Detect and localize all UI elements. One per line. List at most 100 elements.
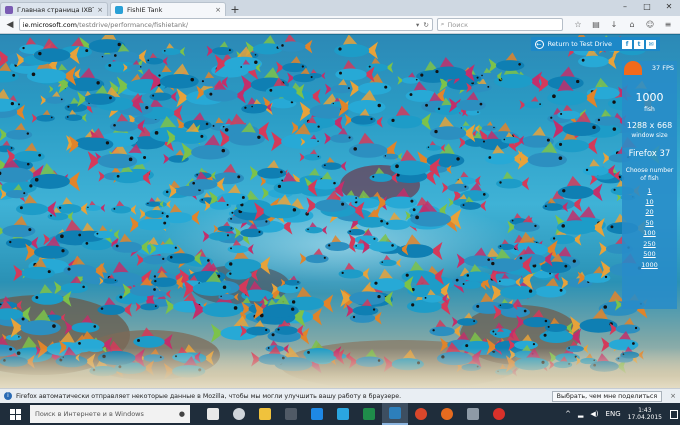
fish [161,43,186,57]
window-size: 1288 x 668 [626,121,673,130]
taskbar-search-placeholder: Поиск в Интернете и в Windows [35,410,144,418]
fps-label: 37 FPS [651,64,674,72]
email-icon[interactable]: ✉ [646,39,656,49]
tab-title: FishIE Tank [127,5,163,14]
action-center-icon[interactable] [668,403,680,425]
photos-taskbar-icon[interactable] [460,403,486,425]
info-icon: i [4,392,12,400]
firefox-taskbar-icon[interactable] [434,403,460,425]
close-notification-icon[interactable]: × [670,392,676,400]
fish-option-link[interactable]: 50 [622,218,677,229]
fish [213,221,234,233]
tab-close-icon[interactable]: × [97,6,103,14]
system-tray: ^ ▂ ◀) ENG 1:43 17.04.2015 [565,403,680,425]
nav-bar: ◀ ie.microsoft.com/testdrive/performance… [0,16,680,34]
settings-panel: 1000 fish 1288 x 668 window size Firefox… [622,61,677,309]
tab-close-icon[interactable]: × [215,6,221,14]
fish [519,96,544,110]
windows-logo-icon [9,408,21,420]
menu-icon[interactable]: ≡ [659,20,677,29]
bookmark-star-icon[interactable]: ☆ [569,20,587,29]
fish-option-link[interactable]: 1 [622,186,677,197]
close-window-icon[interactable]: ✕ [658,0,680,14]
window-controls: – □ ✕ [614,0,680,14]
back-button[interactable]: ◀ [3,18,17,32]
fish-options-list: 1 10 20 50 100 250 500 1000 [622,186,677,270]
fish-option-link[interactable]: 500 [622,249,677,260]
tray-arrow-icon[interactable]: ^ [565,410,571,418]
return-to-test-drive-button[interactable]: ← Return to Test Drive f t ✉ [530,37,660,51]
fish [305,222,328,235]
reload-icon[interactable]: ↻ [423,21,428,29]
search-input[interactable]: ⌕ Поиск [436,18,563,31]
clock[interactable]: 1:43 17.04.2015 [628,407,662,422]
start-button[interactable] [0,403,30,425]
fish [111,200,137,215]
home-icon[interactable]: ⌂ [623,20,641,29]
clock-time: 1:43 [638,406,652,414]
tab-title: Главная страница IXBT.co... [17,5,94,14]
clock-date: 17.04.2015 [627,414,662,421]
fishie-tank-page: ← Return to Test Drive f t ✉ 1000 fish 1… [0,35,680,388]
aquarium-scene [0,35,660,388]
fish-option-link[interactable]: 250 [622,239,677,250]
dropdown-arrow-icon[interactable]: ▾ [416,21,419,29]
chrome-taskbar-icon[interactable] [408,403,434,425]
network-icon[interactable]: ▂ [578,410,583,418]
tab-strip: Главная страница IXBT.co... × FishIE Tan… [0,0,680,16]
fish [397,72,420,85]
cortana-taskbar-icon[interactable] [226,403,252,425]
file-explorer-taskbar-icon[interactable] [252,403,278,425]
reading-list-icon[interactable]: ▤ [587,20,605,29]
fish-option-link[interactable]: 1000 [622,260,677,271]
fish [145,52,168,66]
maximize-icon[interactable]: □ [636,0,658,14]
fish [334,35,378,60]
ixbt-favicon-icon [5,5,13,14]
fish [488,52,525,73]
fish [556,209,605,238]
fish [0,215,36,238]
minimize-icon[interactable]: – [614,0,636,14]
fish-option-link[interactable]: 10 [622,197,677,208]
internet-explorer-taskbar-icon[interactable] [330,403,356,425]
fish [335,59,375,83]
fish-option-link[interactable]: 20 [622,207,677,218]
fps-meter: 37 FPS [622,61,677,75]
fish-count: 1000 [635,91,664,104]
fish-option-link[interactable]: 100 [622,228,677,239]
opera-taskbar-icon[interactable] [486,403,512,425]
fish [85,200,106,212]
new-tab-button[interactable]: + [228,2,242,16]
url-domain: ie.microsoft.com [22,20,77,29]
fish [206,41,234,57]
search-icon: ⌕ [440,20,445,28]
tab-fishie-tank[interactable]: FishIE Tank × [110,2,226,16]
choose-what-to-share-button[interactable]: Выбрать, чем мне поделиться [551,390,663,402]
fishie-taskbar-icon[interactable] [382,403,408,425]
task-view-taskbar-icon[interactable] [200,403,226,425]
fish-count-label: fish [644,106,655,113]
fish [94,225,120,240]
hello-chat-icon[interactable]: ☺ [641,20,659,29]
fish [299,149,322,162]
browser-name: Firefox 37 [628,149,671,159]
store-taskbar-icon[interactable] [278,403,304,425]
downloads-icon[interactable]: ↓ [605,20,623,29]
language-indicator[interactable]: ENG [606,410,621,418]
twitter-icon[interactable]: t [634,39,644,49]
volume-icon[interactable]: ◀) [590,410,598,418]
fish [40,91,66,106]
excel-taskbar-icon[interactable] [356,403,382,425]
windows-taskbar-icon[interactable] [304,403,330,425]
taskbar: Поиск в Интернете и в Windows ● ^ ▂ ◀) E… [0,403,680,425]
url-path: /testdrive/performance/fishietank/ [76,20,189,29]
return-label: Return to Test Drive [547,40,612,48]
fish [321,156,347,172]
window-size-label: window size [631,132,668,139]
address-bar[interactable]: ie.microsoft.com/testdrive/performance/f… [18,18,433,31]
microphone-icon[interactable]: ● [179,410,185,418]
tab-ixbt[interactable]: Главная страница IXBT.co... × [0,2,108,16]
facebook-icon[interactable]: f [622,39,632,49]
taskbar-search-input[interactable]: Поиск в Интернете и в Windows ● [30,405,190,423]
